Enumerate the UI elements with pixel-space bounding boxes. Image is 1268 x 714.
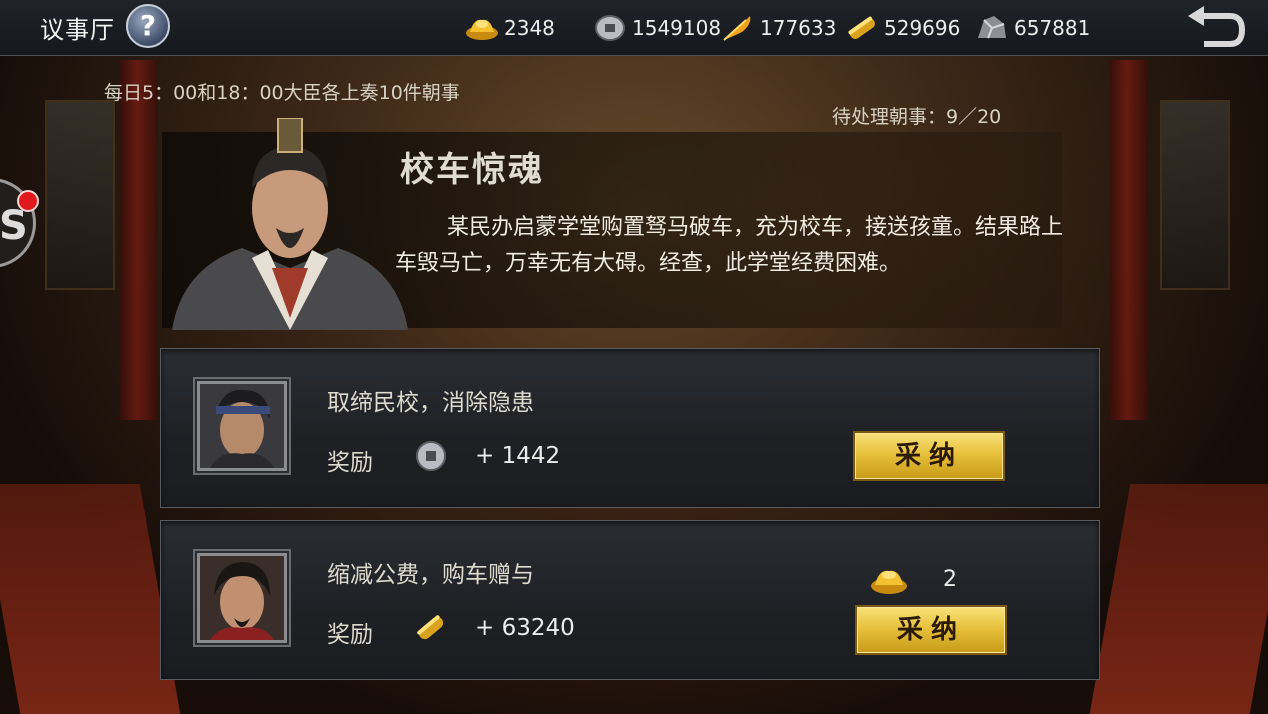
event-title: 校车惊魂 — [400, 150, 544, 190]
silver-coin-icon — [592, 14, 628, 42]
gold-ingot-icon — [464, 14, 500, 42]
hall-screen — [1160, 100, 1230, 290]
hall-pillar — [120, 60, 158, 420]
daily-note: 每日5：00和18：00大臣各上奏10件朝事 — [104, 82, 460, 104]
advisor-avatar — [197, 381, 287, 471]
resource-feather: 177633 — [720, 14, 836, 42]
resource-value: 177633 — [760, 16, 837, 40]
iron-ore-icon — [974, 14, 1010, 42]
minister-portrait — [172, 117, 408, 330]
resource-value: 657881 — [1014, 16, 1091, 40]
grain-bar-icon — [413, 611, 449, 645]
cost-value: 2 — [943, 567, 957, 592]
page-title: 议事厅 — [40, 16, 115, 44]
resource-silver: 1549108 — [592, 14, 721, 42]
option-card-2: 缩减公费，购车赠与 奖励 + 63240 2 采纳 — [160, 520, 1100, 680]
resource-value: 2348 — [504, 16, 555, 40]
hall-pillar — [1110, 60, 1148, 420]
grain-bar-icon — [844, 14, 880, 42]
reward-label: 奖励 — [327, 450, 373, 476]
reward-label: 奖励 — [327, 622, 373, 648]
help-button[interactable]: ? — [126, 4, 170, 48]
top-bar: 议事厅 ? 2348 1549108 177633 529696 657881 — [0, 0, 1268, 56]
back-arrow-icon — [1188, 6, 1246, 47]
reward-value: + 1442 — [475, 443, 561, 469]
option-text: 缩减公费，购车赠与 — [327, 562, 534, 588]
pending-count: 待处理朝事：9／20 — [832, 106, 1002, 128]
resource-iron: 657881 — [974, 14, 1090, 42]
reward-value: + 63240 — [475, 615, 575, 641]
advisor-avatar — [197, 553, 287, 643]
notification-dot — [17, 190, 39, 212]
resource-grain: 529696 — [844, 14, 960, 42]
hall-screen — [45, 100, 115, 290]
resource-value: 1549108 — [632, 16, 722, 40]
adopt-button[interactable]: 采纳 — [855, 605, 1007, 655]
gold-ingot-icon — [869, 563, 909, 597]
adopt-button[interactable]: 采纳 — [853, 431, 1005, 481]
back-button[interactable] — [1184, 4, 1250, 52]
feather-icon — [720, 14, 756, 42]
silver-coin-icon — [413, 439, 449, 473]
resource-gold: 2348 — [464, 14, 555, 42]
option-card-1: 取缔民校，消除隐患 奖励 + 1442 采纳 — [160, 348, 1100, 508]
resource-value: 529696 — [884, 16, 961, 40]
option-text: 取缔民校，消除隐患 — [327, 390, 534, 416]
event-description: 某民办启蒙学堂购置驽马破车，充为校车，接送孩童。结果路上车毁马亡，万幸无有大碍。… — [395, 215, 1064, 276]
